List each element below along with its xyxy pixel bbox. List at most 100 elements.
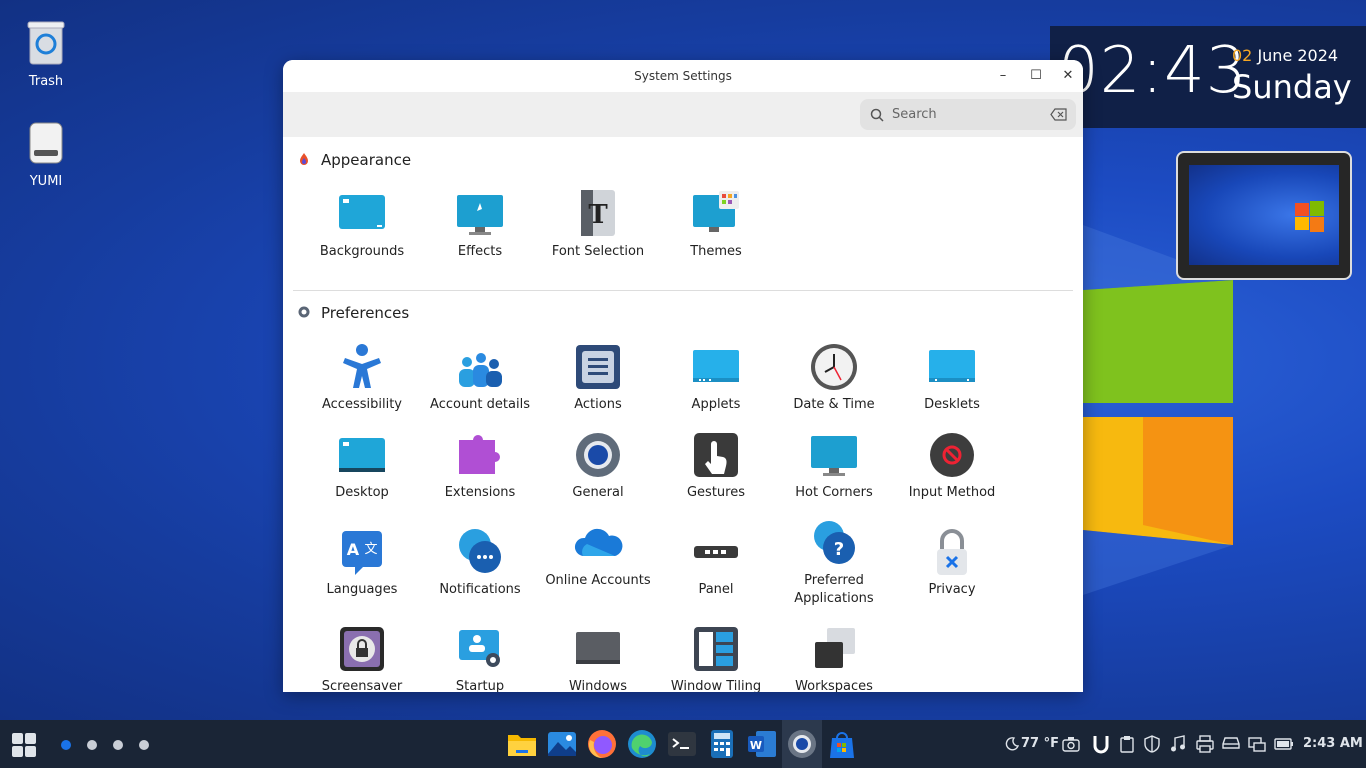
window-tiling-icon: [691, 624, 741, 674]
terminal-icon[interactable]: [666, 728, 698, 760]
tile-label: Panel: [698, 582, 734, 597]
tile-label: Window Tiling: [670, 679, 762, 692]
shield-icon[interactable]: [1144, 735, 1160, 753]
firefox-icon[interactable]: [586, 728, 618, 760]
settings-icon[interactable]: [786, 728, 818, 760]
tile-input-method[interactable]: Input Method: [893, 430, 1011, 502]
drive-icon[interactable]: [1222, 736, 1240, 750]
weather-temperature[interactable]: 77 °F: [1021, 720, 1059, 768]
svg-text:A: A: [347, 540, 360, 559]
music-icon[interactable]: [1170, 735, 1186, 753]
tile-account-details[interactable]: Account details: [421, 342, 539, 414]
battery-icon[interactable]: [1274, 735, 1294, 753]
clear-search-icon[interactable]: [1050, 108, 1068, 121]
close-button[interactable]: ✕: [1058, 66, 1078, 86]
file-manager-icon[interactable]: [506, 728, 538, 760]
tile-notifications[interactable]: Notifications: [421, 527, 539, 599]
weather-night-icon[interactable]: [1004, 736, 1020, 752]
screensaver-icon: [337, 624, 387, 674]
tile-backgrounds[interactable]: Backgrounds: [303, 189, 421, 261]
search-input[interactable]: Search: [860, 99, 1076, 130]
printer-icon[interactable]: [1196, 735, 1214, 753]
tile-date-time[interactable]: Date & Time: [775, 342, 893, 414]
workspace-dot-1[interactable]: [61, 740, 71, 750]
tile-screensaver[interactable]: Screensaver: [303, 624, 421, 692]
startup-applications-icon: [455, 624, 505, 674]
tile-label: Themes: [690, 244, 742, 259]
word-icon[interactable]: W: [746, 728, 778, 760]
settings-content: Appearance Backgrounds Effects T Font Se…: [283, 137, 1083, 692]
taskbar: W 77 °F 2:43 AM: [0, 720, 1366, 768]
network-icon[interactable]: [1248, 735, 1266, 753]
start-menu-icon[interactable]: [11, 732, 37, 758]
tile-actions[interactable]: Actions: [539, 342, 657, 414]
notifications-chat-icon: [455, 527, 505, 577]
help-chat-icon: ?: [809, 518, 859, 568]
clipboard-icon[interactable]: [1119, 735, 1135, 753]
tile-label: Extensions: [444, 485, 516, 500]
hot-corners-icon: [809, 430, 859, 480]
font-selection-icon: T: [573, 189, 623, 239]
camera-icon[interactable]: [1062, 736, 1080, 752]
tile-windows[interactable]: Windows: [539, 624, 657, 692]
tile-label: Date & Time: [793, 397, 875, 412]
tile-label: Languages: [326, 582, 398, 597]
system-settings-window: System Settings – ☐ ✕ Search Appearance: [283, 60, 1083, 692]
tile-extensions[interactable]: Extensions: [421, 430, 539, 502]
workspace-dot-2[interactable]: [87, 740, 97, 750]
tile-window-tiling[interactable]: Window Tiling: [657, 624, 775, 692]
tile-hot-corners[interactable]: Hot Corners: [775, 430, 893, 502]
gestures-hand-icon: [691, 430, 741, 480]
desktop-icon-trash[interactable]: Trash: [11, 20, 81, 89]
edge-icon[interactable]: [626, 728, 658, 760]
tile-preferred-applications[interactable]: ? Preferred Applications: [775, 518, 893, 608]
calculator-icon[interactable]: [706, 728, 738, 760]
store-icon[interactable]: [826, 728, 858, 760]
tile-label: Startup Applications: [455, 679, 505, 692]
tile-label: Applets: [691, 397, 741, 412]
window-titlebar[interactable]: System Settings – ☐ ✕: [283, 60, 1083, 92]
tile-label: Gestures: [686, 485, 745, 500]
effects-icon: [455, 189, 505, 239]
svg-text:T: T: [588, 200, 608, 230]
tile-applets[interactable]: Applets: [657, 342, 775, 414]
image-viewer-icon[interactable]: [546, 728, 578, 760]
workspace-preview[interactable]: [1176, 151, 1352, 280]
trash-icon: [27, 21, 65, 65]
preferences-gear-icon: [298, 306, 310, 318]
u-app-icon[interactable]: [1092, 734, 1110, 754]
tile-startup-applications[interactable]: Startup Applications: [421, 624, 539, 692]
workspace-dot-4[interactable]: [139, 740, 149, 750]
desktop-icon-yumi[interactable]: YUMI: [11, 120, 81, 189]
tile-accessibility[interactable]: Accessibility: [303, 342, 421, 414]
tile-gestures[interactable]: Gestures: [657, 430, 775, 502]
workspace-dot-3[interactable]: [113, 740, 123, 750]
tile-online-accounts[interactable]: Online Accounts: [539, 518, 657, 590]
tile-workspaces[interactable]: Workspaces: [775, 624, 893, 692]
tile-privacy[interactable]: Privacy: [893, 527, 1011, 599]
clock-month-year: June 2024: [1252, 46, 1339, 65]
tile-label: General: [572, 485, 624, 500]
tile-effects[interactable]: Effects: [421, 189, 539, 261]
svg-text:?: ?: [834, 539, 844, 560]
tile-label: Notifications: [439, 582, 521, 597]
tile-label: Privacy: [928, 582, 976, 597]
tile-label: Account details: [430, 397, 530, 412]
tile-themes[interactable]: Themes: [657, 189, 775, 261]
maximize-button[interactable]: ☐: [1026, 66, 1046, 86]
tile-panel[interactable]: Panel: [657, 527, 775, 599]
gear-icon: [573, 430, 623, 480]
clock-widget: 02:43 02 June 2024 Sunday: [1050, 26, 1366, 128]
input-method-icon: [927, 430, 977, 480]
tile-label: Font Selection: [551, 244, 645, 259]
tile-label: Desktop: [335, 485, 389, 500]
accessibility-icon: [337, 342, 387, 392]
tile-desklets[interactable]: Desklets: [893, 342, 1011, 414]
minimize-button[interactable]: –: [993, 66, 1013, 86]
search-icon: [870, 108, 884, 122]
taskbar-clock[interactable]: 2:43 AM: [1303, 720, 1363, 768]
tile-languages[interactable]: A文 Languages: [303, 527, 421, 599]
tile-desktop[interactable]: Desktop: [303, 430, 421, 502]
tile-general[interactable]: General: [539, 430, 657, 502]
tile-font-selection[interactable]: T Font Selection: [539, 189, 657, 261]
